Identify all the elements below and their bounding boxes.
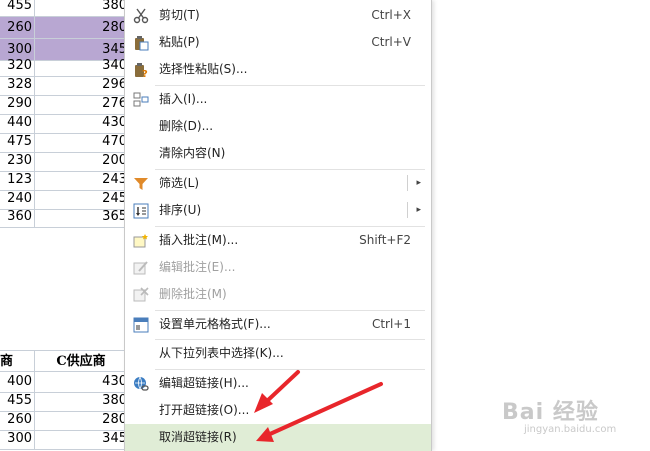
watermark-url: jingyan.baidu.com [524, 424, 617, 435]
watermark-logo: Bai 经验 [502, 400, 599, 425]
annotation-arrows [254, 370, 383, 442]
red-arrow-open-hyperlink [254, 370, 300, 413]
